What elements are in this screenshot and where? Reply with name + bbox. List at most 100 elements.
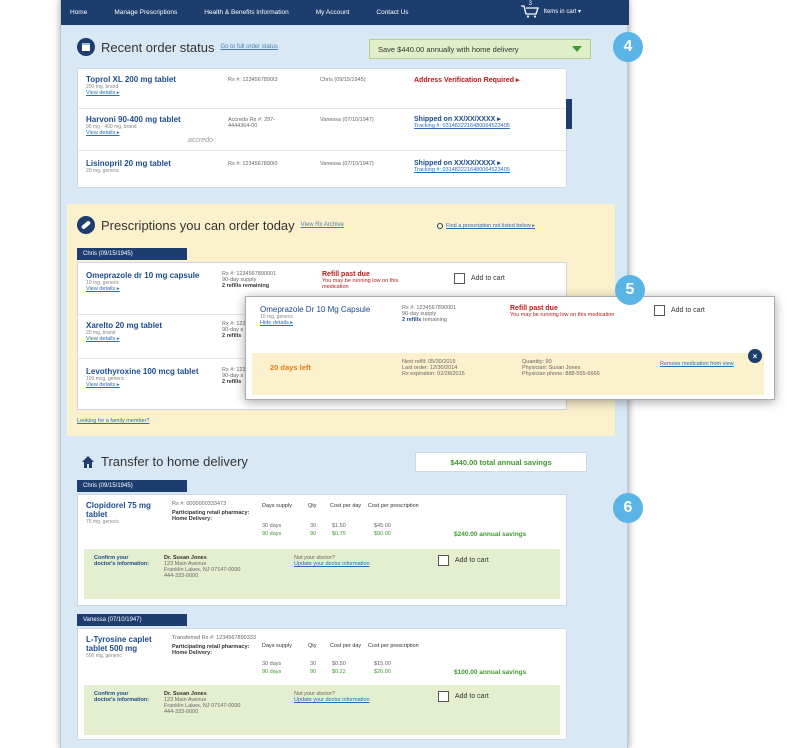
view-details-link[interactable]: View details ▸ — [86, 90, 176, 96]
home-delivery-label: Home Delivery: — [172, 516, 213, 522]
drug-name[interactable]: Toprol XL 200 mg tablet — [86, 75, 176, 84]
transfer-title: Transfer to home delivery — [101, 454, 248, 469]
total-savings-text: $440.00 total annual savings — [450, 457, 552, 467]
drug-name[interactable]: Omeprazole Dr 10 Mg Capsule — [260, 305, 380, 314]
add-to-cart[interactable]: Add to cart — [438, 691, 489, 702]
table-row: Toprol XL 200 mg tablet 200 mg, brand Vi… — [78, 69, 566, 109]
delivery-cost-day: $0.22 — [332, 669, 346, 675]
delivery-cost-rx: $90.00 — [374, 531, 391, 537]
refill-status: Refill past due — [322, 271, 370, 278]
rx-number: Transferred Rx #: 1234567890333 — [172, 635, 256, 641]
view-details-link[interactable]: View details ▸ — [86, 336, 162, 342]
order-status[interactable]: Address Verification Required ▸ — [414, 76, 519, 84]
full-order-status-link[interactable]: Go to full order status — [220, 44, 277, 50]
patient-tab: Chris (09/15/1945) — [77, 248, 187, 260]
confirm-doctor-label: Confirm your doctor's information: — [94, 691, 150, 703]
add-to-cart[interactable]: Add to cart — [454, 273, 505, 284]
rx-number: Rx #: 1234567890I3 — [228, 77, 278, 83]
recent-orders-title: Recent order status — [101, 39, 215, 55]
view-details-link[interactable]: View details ▸ — [86, 382, 198, 388]
drug-strength: 500 mg, generic — [86, 653, 122, 659]
col-cost-per-rx: Cost per prescription — [368, 643, 419, 649]
add-to-cart-checkbox[interactable] — [438, 555, 449, 566]
view-details-link[interactable]: View details ▸ — [86, 130, 181, 136]
transfer-card: Clopidorel 75 mg tablet 75 mg, generic R… — [77, 494, 567, 606]
confirm-doctor-label: Confirm your doctor's information: — [94, 555, 150, 567]
family-member-link[interactable]: Looking for a family member? — [77, 418, 149, 424]
search-icon — [437, 223, 443, 229]
patient-name: Vanessa (07/10/1947) — [320, 117, 374, 123]
col-qty: Qty — [308, 503, 317, 509]
annual-savings: $100.00 annual savings — [454, 669, 527, 676]
retail-days: 30 days — [262, 661, 282, 667]
drug-name[interactable]: Harvoni 90-400 mg tablet — [86, 115, 181, 124]
close-icon[interactable]: × — [748, 349, 762, 363]
add-to-cart[interactable]: Add to cart — [654, 305, 705, 316]
chevron-down-icon — [572, 46, 582, 52]
update-doctor-link[interactable]: Update your doctor information — [294, 561, 370, 567]
savings-promo-text: Save $440.00 annually with home delivery — [378, 44, 519, 54]
cart-button[interactable]: 3 Items in cart ▾ — [520, 1, 581, 18]
nav-home[interactable]: Home — [70, 9, 87, 16]
refill-status-note: You may be running low on this medicatio… — [322, 278, 399, 290]
savings-promo-bar[interactable]: Save $440.00 annually with home delivery — [369, 39, 591, 59]
retail-cost-rx: $15.00 — [374, 661, 391, 667]
annual-savings: $240.00 annual savings — [454, 531, 527, 538]
delivery-cost-day: $0.75 — [332, 531, 346, 537]
order-status[interactable]: Shipped on XX/XX/XXXX ▸ — [414, 159, 510, 167]
add-to-cart-checkbox[interactable] — [654, 305, 665, 316]
recent-orders-card: Toprol XL 200 mg tablet 200 mg, brand Vi… — [77, 68, 572, 188]
delivery-qty: 90 — [310, 669, 317, 675]
delivery-qty: 90 — [310, 531, 317, 537]
nav-manage-prescriptions[interactable]: Manage Prescriptions — [114, 9, 177, 16]
retail-cost-day: $1.50 — [332, 523, 346, 529]
cart-label: Items in cart ▾ — [543, 8, 581, 15]
scrollbar[interactable] — [566, 99, 572, 129]
callout-badge: 6 — [613, 493, 643, 523]
view-details-link[interactable]: View details ▸ — [86, 286, 216, 292]
drug-strength: 75 mg, generic — [86, 519, 120, 525]
delivery-days: 90 days — [262, 531, 282, 537]
retail-cost-day: $0.50 — [332, 661, 346, 667]
remove-medication-link[interactable]: Remove medication from view — [660, 361, 734, 367]
rx-number: Accredo Rx #: 297-4444364-00 — [228, 117, 276, 129]
hide-details-link[interactable]: Hide details ▸ — [260, 320, 380, 326]
nav-health-benefits[interactable]: Health & Benefits Information — [204, 9, 289, 16]
col-cost-per-day: Cost per day — [330, 643, 362, 649]
drug-strength: 20 mg, generic — [86, 168, 120, 174]
drug-name: L-Tyrosine caplet tablet 500 mg — [86, 635, 152, 653]
add-to-cart-checkbox[interactable] — [454, 273, 465, 284]
refill-status-note: You may be running low on this medicatio… — [510, 312, 615, 318]
order-status[interactable]: Shipped on XX/XX/XXXX ▸ — [414, 115, 510, 123]
find-prescription-link[interactable]: Find a prescription not listed below ▸ — [437, 223, 535, 229]
transfer-header: Transfer to home delivery — [81, 454, 248, 469]
patient-name: Vanessa (07/10/1947) — [320, 161, 374, 167]
add-to-cart[interactable]: Add to cart — [438, 555, 489, 566]
doctor-info-panel: Confirm your doctor's information: Dr. S… — [84, 685, 560, 735]
col-days-supply: Days supply — [262, 503, 292, 509]
drug-name[interactable]: Xarelto 20 mg tablet — [86, 321, 162, 330]
add-to-cart-label: Add to cart — [455, 557, 489, 564]
delivery-days: 90 days — [262, 669, 282, 675]
rx-number: Rx #: 1234567890I0 — [228, 161, 278, 167]
drug-name[interactable]: Lisinopril 20 mg tablet — [86, 159, 171, 168]
delivery-cost-rx: $20.00 — [374, 669, 391, 675]
table-row: Harvoni 90-400 mg tablet 90 mg - 400 mg,… — [78, 109, 566, 151]
rx-archive-link[interactable]: View Rx Archive — [301, 222, 344, 228]
calendar-icon — [77, 38, 95, 56]
add-to-cart-label: Add to cart — [471, 275, 505, 282]
drug-name: Clopidorel 75 mg tablet — [86, 501, 151, 519]
nav-my-account[interactable]: My Account — [316, 9, 350, 16]
patient-name: Chris (09/15/1945) — [320, 77, 366, 83]
rx-number: Rx #: 0000000333473 — [172, 501, 227, 507]
transfer-card: L-Tyrosine caplet tablet 500 mg 500 mg, … — [77, 628, 567, 740]
add-to-cart-checkbox[interactable] — [438, 691, 449, 702]
tracking-link[interactable]: Tracking #: 0314822216480064523405 — [414, 123, 510, 129]
tracking-link[interactable]: Tracking #: 0314822216480064523405 — [414, 167, 510, 173]
drug-name[interactable]: Omeprazole dr 10 mg capsule — [86, 271, 216, 280]
nav-contact-us[interactable]: Contact Us — [376, 9, 408, 16]
physician-phone: Physician phone: 888-555-6666 — [522, 371, 600, 377]
refill-status: Refill past due — [510, 305, 558, 312]
drug-name[interactable]: Levothyroxine 100 mcg tablet — [86, 367, 198, 376]
update-doctor-link[interactable]: Update your doctor information — [294, 697, 370, 703]
